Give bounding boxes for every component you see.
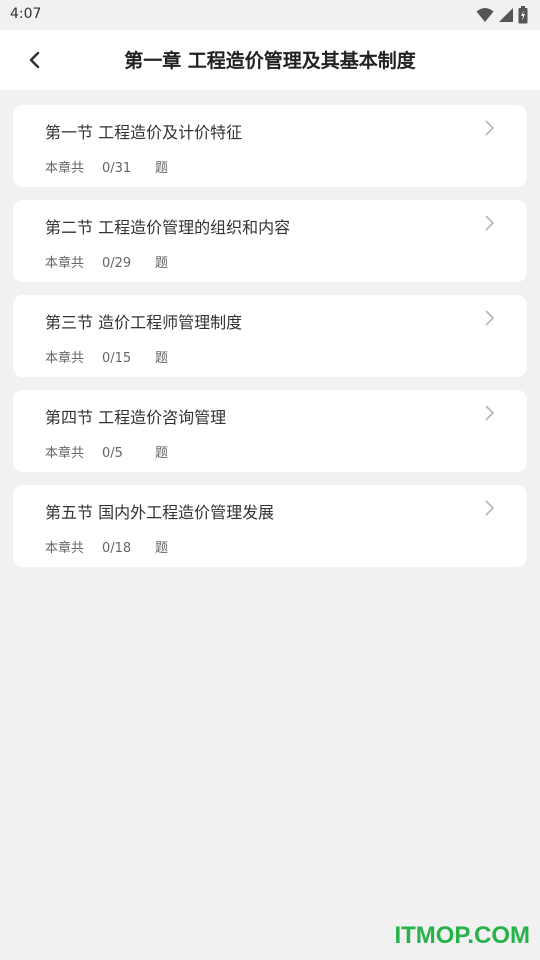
section-meta: 本章共 0/18 题 [45,537,168,556]
question-count-prefix: 本章共 [45,256,85,271]
chevron-right-icon [485,500,495,516]
section-title: 第一节 工程造价及计价特征 [45,123,243,142]
chevron-right-icon [485,310,495,326]
question-count-suffix: 题 [155,446,169,461]
question-count-suffix: 题 [155,541,169,556]
section-item-3[interactable]: 第三节 造价工程师管理制度 本章共 0/15 题 [13,295,527,377]
status-bar: 4:07 [0,0,540,30]
section-item-4[interactable]: 第四节 工程造价咨询管理 本章共 0/5 题 [13,390,527,472]
section-title: 第四节 工程造价咨询管理 [45,408,227,427]
page-title: 第一章 工程造价管理及其基本制度 [124,50,416,72]
chevron-right-icon [485,120,495,136]
wifi-icon [476,8,494,22]
section-title: 第五节 国内外工程造价管理发展 [45,503,275,522]
question-count-suffix: 题 [155,256,169,271]
section-title: 第三节 造价工程师管理制度 [45,313,243,332]
question-progress: 0/18 [102,541,132,556]
question-count-prefix: 本章共 [45,161,85,176]
battery-icon [518,6,528,24]
section-list: 第一节 工程造价及计价特征 本章共 0/31 题 第二节 工程造价管理的组织和内容 … [13,105,527,580]
section-item-2[interactable]: 第二节 工程造价管理的组织和内容 本章共 0/29 题 [13,200,527,282]
question-progress: 0/31 [102,161,132,176]
section-item-5[interactable]: 第五节 国内外工程造价管理发展 本章共 0/18 题 [13,485,527,567]
section-meta: 本章共 0/29 题 [45,252,168,271]
question-count-prefix: 本章共 [45,446,85,461]
status-time: 4:07 [10,6,42,22]
question-progress: 0/29 [102,256,132,271]
section-item-1[interactable]: 第一节 工程造价及计价特征 本章共 0/31 题 [13,105,527,187]
section-meta: 本章共 0/31 题 [45,157,168,176]
question-progress: 0/5 [102,446,123,461]
question-count-suffix: 题 [155,161,169,176]
chevron-right-icon [485,405,495,421]
status-icons [476,6,528,24]
site-watermark: ITMOP.COM [394,922,530,949]
section-title: 第二节 工程造价管理的组织和内容 [45,218,291,237]
app-header: 第一章 工程造价管理及其基本制度 [0,30,540,90]
question-count-suffix: 题 [155,351,169,366]
signal-icon [499,8,513,22]
section-meta: 本章共 0/15 题 [45,347,168,366]
question-count-prefix: 本章共 [45,351,85,366]
chevron-right-icon [485,215,495,231]
question-progress: 0/15 [102,351,132,366]
question-count-prefix: 本章共 [45,541,85,556]
section-meta: 本章共 0/5 题 [45,442,168,461]
